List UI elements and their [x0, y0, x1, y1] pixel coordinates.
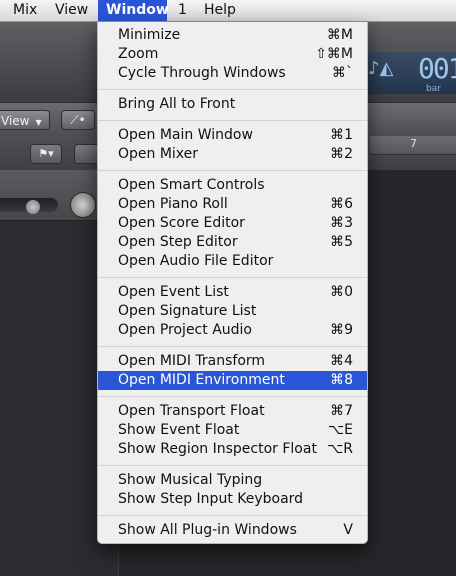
- menu-item-open-main-window[interactable]: Open Main Window ⌘1: [98, 126, 367, 145]
- view-button-label: View: [1, 114, 30, 128]
- menu-item-shortcut: ⌘3: [330, 215, 353, 231]
- menu-item-shortcut: V: [343, 522, 353, 538]
- menu-separator: [98, 396, 367, 397]
- menu-item-show-all-plugin-windows[interactable]: Show All Plug-in Windows V: [98, 521, 367, 540]
- menu-item-shortcut: ⌘4: [330, 353, 353, 369]
- automation-curve-button[interactable]: ⟋•: [61, 110, 95, 130]
- menu-item-zoom[interactable]: Zoom ⇧⌘M: [98, 45, 367, 64]
- menu-item-open-smart-controls[interactable]: Open Smart Controls: [98, 176, 367, 195]
- menu-item-minimize[interactable]: Minimize ⌘M: [98, 26, 367, 45]
- menu-item-label: Show All Plug-in Windows: [118, 522, 297, 538]
- menu-item-label: Zoom: [118, 46, 159, 62]
- menu-item-shortcut: ⌘`: [332, 65, 353, 81]
- menu-1[interactable]: 1: [172, 0, 193, 21]
- menu-separator: [98, 170, 367, 171]
- menu-bar: Mix View Window 1 Help: [0, 0, 456, 22]
- curve-icon: ⟋•: [70, 113, 86, 127]
- menu-item-label: Minimize: [118, 27, 181, 43]
- menu-item-shortcut: ⌘1: [330, 127, 353, 143]
- menu-item-open-event-list[interactable]: Open Event List ⌘0: [98, 283, 367, 302]
- menu-item-label: Show Musical Typing: [118, 472, 263, 488]
- menu-separator: [98, 89, 367, 90]
- menu-window[interactable]: Window: [98, 0, 169, 21]
- menu-separator: [98, 277, 367, 278]
- menu-item-cycle-windows[interactable]: Cycle Through Windows ⌘`: [98, 64, 367, 83]
- menu-item-label: Open Project Audio: [118, 322, 252, 338]
- menu-item-open-piano-roll[interactable]: Open Piano Roll ⌘6: [98, 195, 367, 214]
- menu-item-shortcut: ⌘8: [330, 372, 353, 388]
- flag-icon: ⚑▾: [38, 147, 54, 160]
- menu-separator: [98, 120, 367, 121]
- menu-item-show-region-inspector-float[interactable]: Show Region Inspector Float ⌥R: [98, 440, 367, 459]
- menu-item-shortcut: ⌘M: [326, 27, 353, 43]
- menu-item-label: Open Main Window: [118, 127, 253, 143]
- menu-item-open-audio-file-editor[interactable]: Open Audio File Editor: [98, 252, 367, 271]
- menu-separator: [98, 515, 367, 516]
- menu-item-label: Open Audio File Editor: [118, 253, 274, 269]
- menu-separator: [98, 346, 367, 347]
- menu-item-label: Open MIDI Transform: [118, 353, 266, 369]
- menu-item-shortcut: ⌘0: [330, 284, 353, 300]
- ruler-bar-number: 7: [410, 137, 417, 150]
- menu-item-shortcut: ⌘5: [330, 234, 353, 250]
- view-menu-button[interactable]: View ▼: [0, 110, 50, 130]
- menu-item-label: Open Score Editor: [118, 215, 245, 231]
- menu-item-open-midi-environment[interactable]: Open MIDI Environment ⌘8: [98, 371, 367, 390]
- menu-item-shortcut: ⇧⌘M: [315, 46, 353, 62]
- menu-item-label: Show Event Float: [118, 422, 240, 438]
- volume-slider-thumb[interactable]: [26, 200, 40, 214]
- lcd-bar-label: bar: [426, 84, 441, 94]
- menu-item-label: Open Step Editor: [118, 234, 238, 250]
- menu-separator: [98, 465, 367, 466]
- menu-item-label: Open Piano Roll: [118, 196, 228, 212]
- menu-item-label: Bring All to Front: [118, 96, 236, 112]
- menu-item-label: Open MIDI Environment: [118, 372, 285, 388]
- menu-item-label: Open Mixer: [118, 146, 199, 162]
- menu-item-open-transport-float[interactable]: Open Transport Float ⌘7: [98, 402, 367, 421]
- menu-item-open-mixer[interactable]: Open Mixer ⌘2: [98, 145, 367, 164]
- menu-mix[interactable]: Mix: [7, 0, 43, 21]
- menu-item-open-step-editor[interactable]: Open Step Editor ⌘5: [98, 233, 367, 252]
- menu-view[interactable]: View: [49, 0, 94, 21]
- pan-knob[interactable]: [70, 192, 96, 218]
- window-menu-dropdown: Minimize ⌘M Zoom ⇧⌘M Cycle Through Windo…: [97, 22, 368, 544]
- menu-item-bring-all-front[interactable]: Bring All to Front: [98, 95, 367, 114]
- menu-item-shortcut: ⌥E: [328, 422, 353, 438]
- menu-help[interactable]: Help: [198, 0, 242, 21]
- menu-item-label: Open Event List: [118, 284, 229, 300]
- menu-item-show-step-input-keyboard[interactable]: Show Step Input Keyboard: [98, 490, 367, 509]
- menu-item-open-score-editor[interactable]: Open Score Editor ⌘3: [98, 214, 367, 233]
- menu-item-show-musical-typing[interactable]: Show Musical Typing: [98, 471, 367, 490]
- menu-item-open-project-audio[interactable]: Open Project Audio ⌘9: [98, 321, 367, 340]
- menu-item-shortcut: ⌘2: [330, 146, 353, 162]
- flag-button[interactable]: ⚑▾: [30, 144, 62, 164]
- lcd-bar-digits: 001: [418, 52, 456, 85]
- menu-item-shortcut: ⌥R: [327, 441, 353, 457]
- menu-item-label: Cycle Through Windows: [118, 65, 286, 81]
- menu-item-label: Show Region Inspector Float: [118, 441, 317, 457]
- chevron-down-icon: ▼: [35, 118, 42, 127]
- menu-item-label: Open Transport Float: [118, 403, 265, 419]
- tuner-metronome-icon[interactable]: ♪◭: [368, 58, 393, 79]
- menu-item-label: Open Smart Controls: [118, 177, 265, 193]
- menu-item-shortcut: ⌘7: [330, 403, 353, 419]
- menu-item-shortcut: ⌘9: [330, 322, 353, 338]
- menu-item-shortcut: ⌘6: [330, 196, 353, 212]
- menu-item-open-signature-list[interactable]: Open Signature List: [98, 302, 367, 321]
- menu-item-label: Open Signature List: [118, 303, 257, 319]
- menu-item-open-midi-transform[interactable]: Open MIDI Transform ⌘4: [98, 352, 367, 371]
- menu-item-label: Show Step Input Keyboard: [118, 491, 304, 507]
- menu-item-show-event-float[interactable]: Show Event Float ⌥E: [98, 421, 367, 440]
